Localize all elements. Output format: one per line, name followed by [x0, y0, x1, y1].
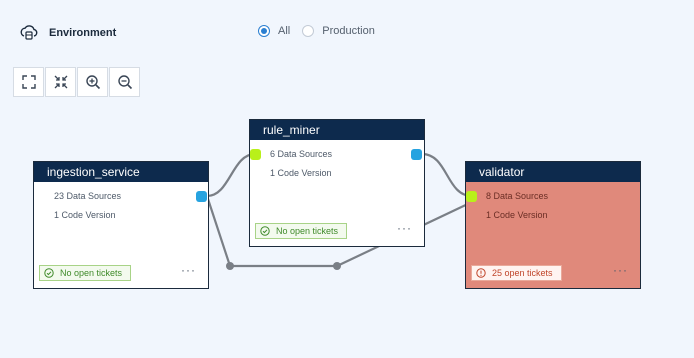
edge-joint	[333, 262, 341, 270]
check-circle-icon	[44, 268, 54, 278]
code-versions-count: 1 Code Version	[486, 210, 548, 220]
edge-joint	[226, 262, 234, 270]
alert-circle-icon	[476, 268, 486, 278]
more-options-icon[interactable]: ···	[397, 221, 412, 235]
node-ingestion-service[interactable]: ingestion_service 23 Data Sources 1 Code…	[33, 161, 209, 289]
code-versions-count: 1 Code Version	[54, 210, 116, 220]
check-circle-icon	[260, 226, 270, 236]
code-versions-count: 1 Code Version	[270, 168, 332, 178]
tickets-label: 25 open tickets	[492, 268, 553, 278]
node-title: validator	[466, 162, 640, 182]
data-sources-count: 8 Data Sources	[486, 191, 549, 201]
output-port[interactable]	[411, 149, 422, 160]
tickets-badge[interactable]: 25 open tickets	[471, 265, 562, 281]
data-sources-count: 6 Data Sources	[270, 149, 333, 159]
data-sources-count: 23 Data Sources	[54, 191, 122, 201]
tickets-badge[interactable]: No open tickets	[39, 265, 132, 281]
more-options-icon[interactable]: ···	[181, 263, 196, 277]
edge-ingestion-rule-miner	[206, 152, 256, 198]
tickets-badge[interactable]: No open tickets	[255, 223, 348, 239]
node-validator[interactable]: validator 8 Data Sources 1 Code Version …	[465, 161, 641, 289]
tickets-label: No open tickets	[276, 226, 339, 236]
input-port[interactable]	[250, 149, 261, 160]
node-rule-miner[interactable]: rule_miner 6 Data Sources 1 Code Version…	[249, 119, 425, 247]
more-options-icon[interactable]: ···	[613, 263, 628, 277]
node-title: ingestion_service	[34, 162, 208, 182]
input-port[interactable]	[466, 191, 477, 202]
node-title: rule_miner	[250, 120, 424, 140]
tickets-label: No open tickets	[60, 268, 123, 278]
output-port[interactable]	[196, 191, 207, 202]
